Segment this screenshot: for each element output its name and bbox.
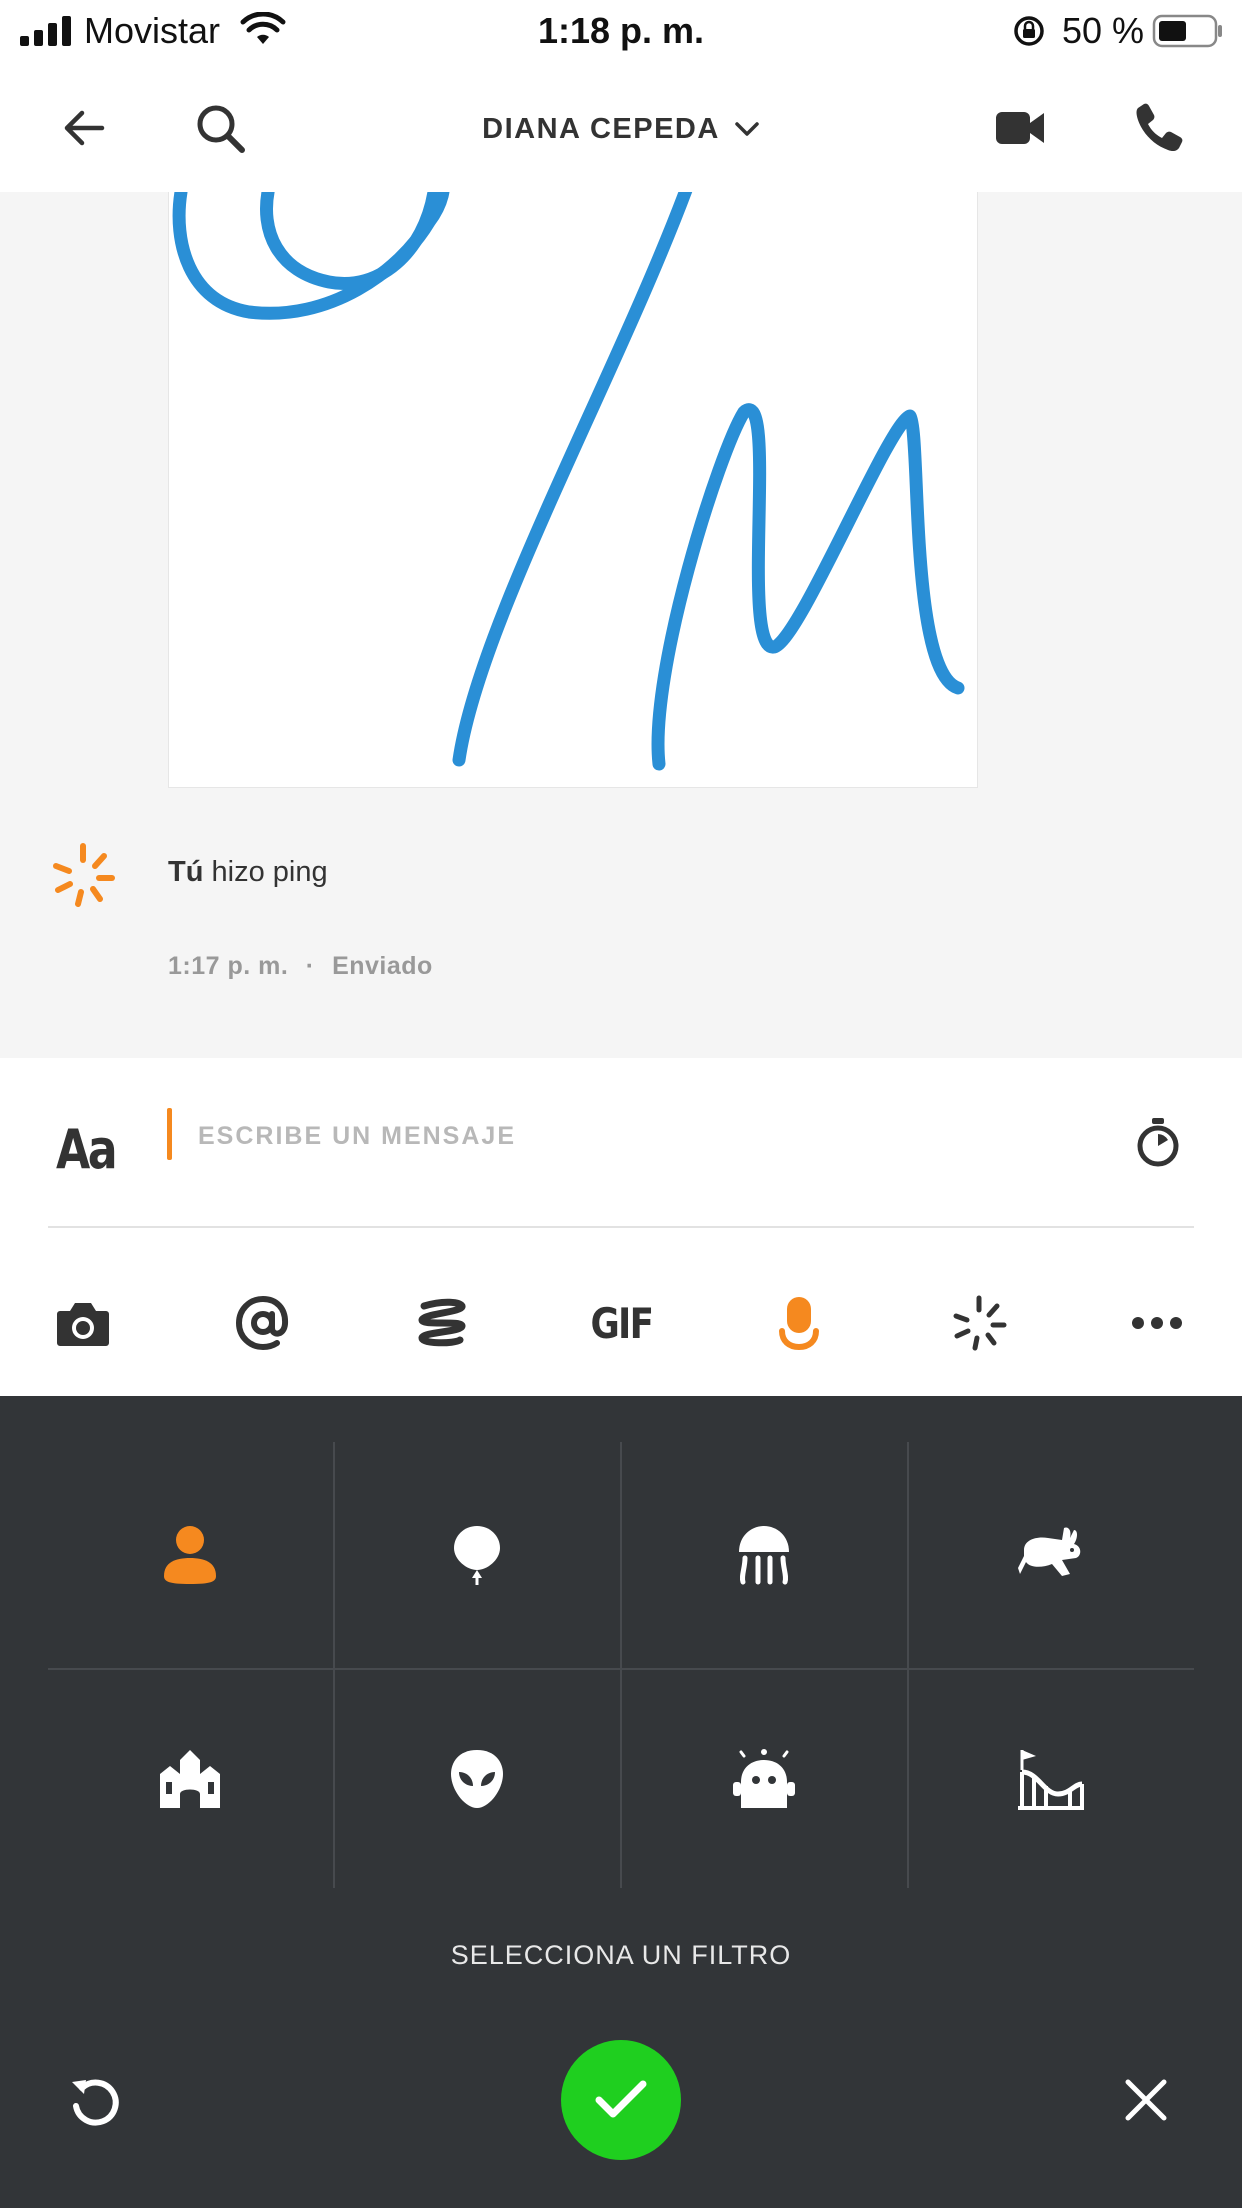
composer-divider [48,1226,1194,1228]
cathedral-icon [160,1750,220,1808]
text-caret [167,1108,172,1160]
balloon-icon [454,1526,500,1585]
battery-percent: 50 % [1062,10,1145,51]
phone-icon[interactable] [1132,100,1184,154]
message-status: Enviado [332,952,433,980]
ping-icon [53,843,115,907]
battery-icon [1152,14,1222,48]
ping-button[interactable] [934,1278,1024,1368]
reset-icon[interactable] [68,2074,124,2130]
confirm-button[interactable] [561,2040,681,2160]
filter-cathedral[interactable] [47,1668,333,1890]
timer-icon[interactable] [1134,1116,1182,1170]
sketch-message[interactable] [168,192,978,788]
voice-filter-button[interactable] [754,1278,844,1368]
sketch-button[interactable] [396,1278,486,1368]
filter-balloon[interactable] [334,1444,620,1666]
back-arrow-icon[interactable] [60,104,108,152]
meta-separator: · [305,952,315,980]
status-bar: Movistar 1:18 p. m. 50 % [0,0,1242,66]
message-input[interactable] [198,1108,1098,1164]
sketch-drawing [172,192,965,771]
gif-button[interactable]: GIF [576,1278,666,1368]
filter-alien[interactable] [334,1668,620,1890]
filter-jellyfish[interactable] [621,1444,907,1666]
filter-prompt: SELECCIONA UN FILTRO [450,1940,792,1970]
robot-icon [733,1749,795,1808]
more-icon [1132,1317,1182,1329]
rollercoaster-icon [1018,1750,1084,1810]
mention-button[interactable] [218,1278,308,1368]
rabbit-icon [1018,1527,1081,1576]
text-format-button[interactable]: Aa [56,1118,118,1181]
sketch-icon [418,1298,466,1347]
gif-label: GIF [590,1298,654,1348]
conversation-title[interactable]: DIANA CEPEDA [482,113,760,146]
filter-person[interactable] [47,1444,333,1666]
ping-action: hizo ping [211,856,328,888]
alien-icon [451,1750,503,1808]
chat-header: DIANA CEPEDA [0,66,1242,192]
filter-robot[interactable] [621,1668,907,1890]
ping-event: Tú hizo ping [168,856,328,889]
mention-icon [236,1296,289,1350]
video-call-icon[interactable] [994,106,1046,150]
search-icon[interactable] [194,102,248,156]
ping-sender: Tú [168,856,204,888]
ping-icon [953,1295,1007,1351]
message-meta: 1:17 p. m. · Enviado [168,952,433,981]
composer: Aa GIF [0,1058,1242,1396]
close-icon[interactable] [1124,2078,1168,2122]
clock: 1:18 p. m. [537,10,705,51]
orientation-lock-icon [1014,16,1044,46]
chevron-down-icon [735,122,759,136]
voice-filter-icon [779,1297,819,1351]
person-icon [164,1526,216,1584]
check-icon [595,2080,647,2118]
camera-icon [57,1303,109,1346]
contact-name: DIANA CEPEDA [482,112,720,145]
camera-button[interactable] [38,1278,128,1368]
jellyfish-icon [739,1526,789,1585]
conversation-area[interactable]: Tú hizo ping 1:17 p. m. · Enviado [0,192,1242,1058]
voice-filter-panel: SELECCIONA UN FILTRO [0,1396,1242,2208]
filter-rollercoaster[interactable] [908,1668,1194,1890]
more-button[interactable] [1112,1278,1202,1368]
message-timestamp: 1:17 p. m. [168,952,289,980]
filter-rabbit[interactable] [908,1444,1194,1666]
